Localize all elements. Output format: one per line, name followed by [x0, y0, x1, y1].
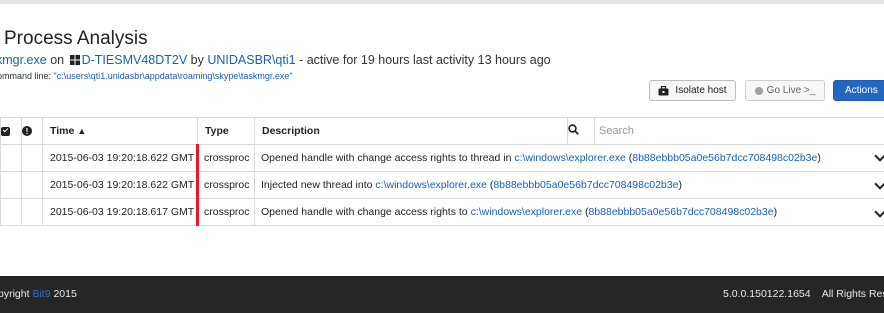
footer: pyright Bit9 2015 5.0.0.150122.1654 All … — [0, 276, 884, 313]
command-line-value[interactable]: "c:\users\qti1.unidasbr\appdata\roaming\… — [54, 71, 293, 81]
table-row[interactable]: 2015-06-03 19:20:18.622 GMT crossproc Op… — [0, 144, 884, 172]
select-all-header[interactable] — [0, 117, 22, 145]
row-type: crossproc — [196, 144, 255, 172]
on-text: on — [50, 53, 65, 67]
table-row[interactable]: 2015-06-03 19:20:18.622 GMT crossproc In… — [0, 171, 884, 199]
isolate-host-button[interactable]: Isolate host — [649, 80, 736, 101]
row-expand-chevron-3[interactable] — [874, 206, 884, 218]
actions-button[interactable]: Actions — [833, 80, 884, 101]
search-icon-cell[interactable] — [567, 117, 595, 145]
row-description: Opened handle with change access rights … — [254, 198, 884, 226]
exclamation-icon: ! — [22, 126, 32, 137]
row-description: Injected new thread into c:\windows\expl… — [254, 171, 884, 199]
type-header-label: Type — [205, 125, 229, 137]
rights-text: All Rights Res — [821, 288, 884, 300]
description-column-header[interactable]: Description — [254, 117, 568, 145]
windows-icon — [69, 55, 80, 65]
row-hash-link[interactable]: 8b88ebbb05a0e56b7dcc708498c02b3e — [588, 206, 773, 218]
search-cell — [594, 117, 884, 145]
sort-up-icon: ▲ — [77, 126, 87, 136]
time-header-label: Time — [50, 125, 75, 137]
status-dot-icon — [754, 86, 763, 95]
copyright-year: 2015 — [53, 288, 77, 300]
row-checkbox-cell[interactable] — [0, 171, 22, 199]
row-time: 2015-06-03 19:20:18.617 GMT — [42, 198, 198, 226]
user-name-link[interactable]: UNIDASBR\qti1 — [207, 53, 295, 67]
row-hash-link[interactable]: 8b88ebbb05a0e56b7dcc708498c02b3e — [493, 179, 678, 191]
row-path-link[interactable]: c:\windows\explorer.exe — [471, 206, 582, 218]
time-column-header[interactable]: Time ▲ — [42, 117, 198, 145]
search-icon — [568, 124, 579, 135]
row-description-text: Injected new thread into — [261, 179, 373, 191]
checkbox-icon — [1, 126, 10, 136]
row-checkbox-cell[interactable] — [0, 198, 22, 226]
search-input[interactable] — [595, 118, 884, 144]
row-description-text: Opened handle with change access rights … — [261, 206, 468, 218]
host-name-link[interactable]: D-TIESMV48DT2V — [82, 53, 188, 67]
process-name-link[interactable]: kmgr.exe — [0, 53, 47, 67]
chevron-down-icon — [874, 178, 884, 190]
activity-text: - active for 19 hours last activity 13 h… — [299, 53, 551, 67]
page-title: Process Analysis — [4, 28, 148, 49]
row-type: crossproc — [196, 171, 255, 199]
row-hash-link[interactable]: 8b88ebbb05a0e56b7dcc708498c02b3e — [632, 152, 817, 164]
row-type: crossproc — [196, 198, 255, 226]
row-description-text: Opened handle with change access rights … — [261, 152, 512, 164]
row-time: 2015-06-03 19:20:18.622 GMT — [42, 171, 198, 199]
by-text: by — [190, 53, 204, 67]
alert-header: ! — [21, 117, 43, 145]
brand-link[interactable]: Bit9 — [32, 288, 50, 300]
description-header-label: Description — [262, 125, 320, 137]
type-column-header[interactable]: Type — [197, 117, 255, 145]
command-line-label: ommand line: — [0, 71, 52, 81]
chevron-down-icon — [874, 150, 884, 162]
chevron-down-icon — [874, 206, 884, 218]
row-expand-chevron-2[interactable] — [874, 178, 884, 190]
table-header-row: ! Time ▲ Type Description — [0, 117, 884, 145]
go-live-button[interactable]: Go Live >_ — [745, 80, 825, 101]
footer-copyright: pyright Bit9 2015 — [0, 288, 77, 300]
row-description: Opened handle with change access rights … — [254, 144, 884, 172]
row-expand-chevron-1[interactable] — [874, 150, 884, 162]
row-alert-cell — [21, 198, 43, 226]
actions-label: Actions — [845, 85, 878, 96]
table-row[interactable]: 2015-06-03 19:20:18.617 GMT crossproc Op… — [0, 198, 884, 226]
version-text: 5.0.0.150122.1654 — [723, 288, 811, 300]
copyright-text: pyright — [0, 288, 30, 300]
go-live-label: Go Live >_ — [766, 85, 816, 96]
briefcase-icon — [658, 85, 669, 95]
row-path-link[interactable]: c:\windows\explorer.exe — [514, 152, 625, 164]
row-alert-cell — [21, 171, 43, 199]
events-table: ! Time▲ Type Description 2015-06-03 19:2… — [0, 117, 884, 226]
row-alert-cell — [21, 144, 43, 172]
row-checkbox-cell[interactable] — [0, 144, 22, 172]
command-line: ommand line: "c:\users\qti1.unidasbr\app… — [0, 71, 293, 81]
top-divider — [0, 0, 884, 4]
row-path-link[interactable]: c:\windows\explorer.exe — [375, 179, 486, 191]
isolate-host-label: Isolate host — [675, 85, 727, 96]
process-summary: kmgr.exe on D-TIESMV48DT2V by UNIDASBR\q… — [0, 53, 551, 67]
footer-right: 5.0.0.150122.1654 All Rights Res — [723, 288, 884, 300]
row-time: 2015-06-03 19:20:18.622 GMT — [42, 144, 198, 172]
